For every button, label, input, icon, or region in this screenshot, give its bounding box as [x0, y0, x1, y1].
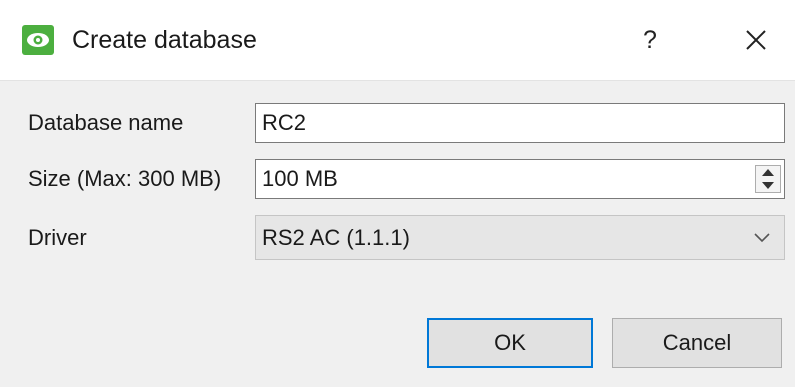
- size-value: 100 MB: [262, 166, 338, 191]
- size-label: Size (Max: 300 MB): [28, 166, 222, 191]
- eye-app-icon: [22, 25, 54, 55]
- ok-button[interactable]: OK: [427, 318, 593, 368]
- size-spinner: [755, 165, 781, 193]
- chevron-down-icon: [754, 233, 770, 243]
- title-bar: Create database ?: [0, 0, 795, 81]
- dialog-title: Create database: [72, 26, 257, 54]
- driver-selected-value: RS2 AC (1.1.1): [262, 225, 410, 250]
- arrow-up-icon: [762, 169, 774, 176]
- driver-label: Driver: [28, 225, 87, 250]
- create-database-dialog: Create database ? Database name RC2 Size…: [0, 0, 795, 387]
- driver-select[interactable]: RS2 AC (1.1.1): [255, 215, 785, 260]
- close-icon: [746, 30, 766, 50]
- help-button[interactable]: ?: [628, 18, 672, 62]
- spin-up-button[interactable]: [756, 166, 780, 179]
- cancel-button[interactable]: Cancel: [612, 318, 782, 368]
- size-spinbox[interactable]: 100 MB: [255, 159, 785, 199]
- database-name-input[interactable]: RC2: [255, 103, 785, 143]
- database-name-label: Database name: [28, 110, 184, 135]
- arrow-down-icon: [762, 182, 774, 189]
- close-button[interactable]: [730, 18, 780, 62]
- spin-down-button[interactable]: [756, 179, 780, 192]
